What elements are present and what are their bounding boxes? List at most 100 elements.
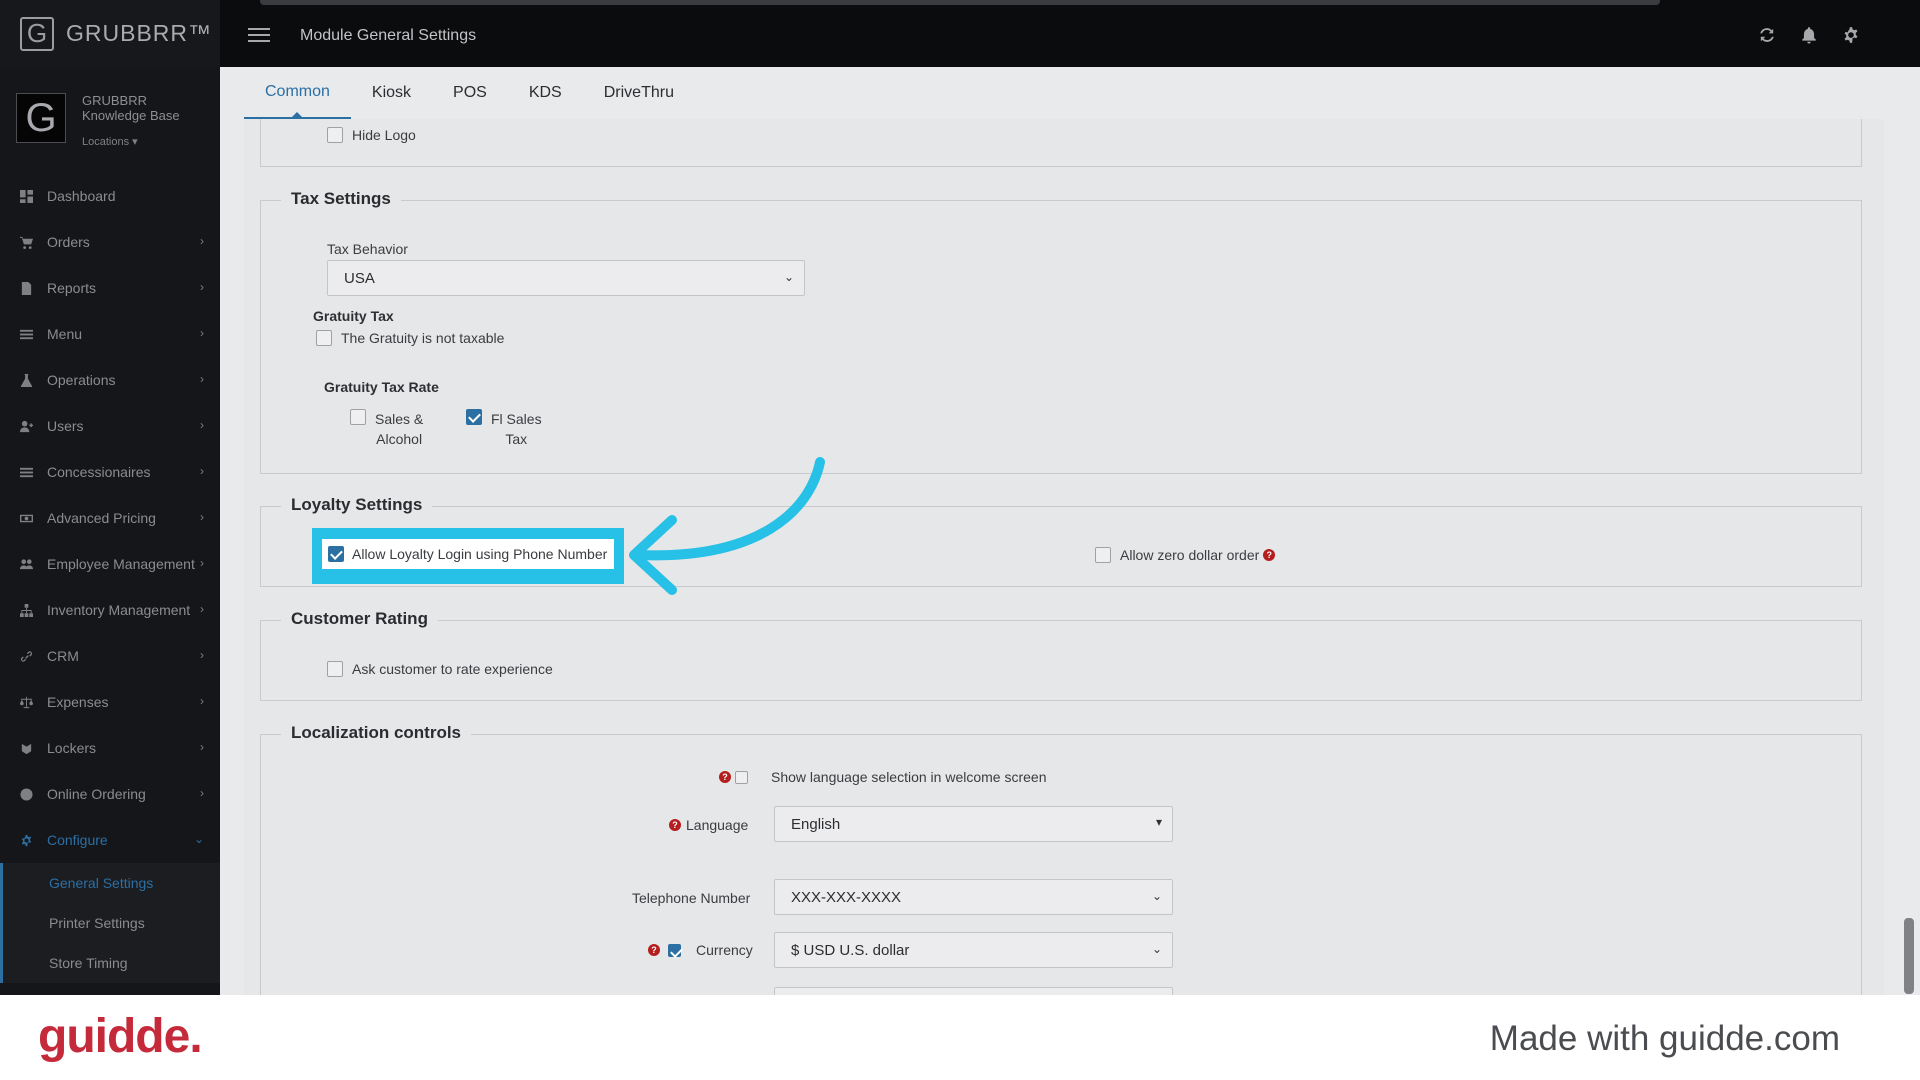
sidebar-item-reports[interactable]: Reports › xyxy=(0,265,220,311)
locations-dropdown[interactable]: Locations ▾ xyxy=(82,135,180,150)
currency-label-row: ? Currency xyxy=(648,942,753,958)
sidebar-item-crm[interactable]: CRM › xyxy=(0,633,220,679)
store-info: G GRUBBRR Knowledge Base Locations ▾ xyxy=(16,93,180,150)
top-strip xyxy=(260,0,1660,5)
help-icon[interactable]: ? xyxy=(719,771,731,783)
page-title: Module General Settings xyxy=(300,27,477,44)
show-language-checkbox[interactable] xyxy=(735,770,748,784)
fl-sales-line1: Fl Sales xyxy=(491,411,542,427)
top-bar: G GRUBBRR™ Module General Settings xyxy=(0,0,1920,67)
scrollbar[interactable] xyxy=(1904,918,1914,994)
gratuity-tax-rate-label: Gratuity Tax Rate xyxy=(324,379,439,395)
rate-experience-option[interactable]: Ask customer to rate experience xyxy=(327,661,553,677)
rate-experience-checkbox[interactable] xyxy=(327,661,343,677)
brand-logo: G xyxy=(20,16,54,51)
gratuity-tax-label: Gratuity Tax xyxy=(313,308,394,324)
gear-icon[interactable] xyxy=(1842,26,1860,44)
tab-bar: Common Kiosk POS KDS DriveThru xyxy=(244,67,695,119)
store-name-line2: Knowledge Base xyxy=(82,108,180,123)
tax-behavior-label: Tax Behavior xyxy=(327,241,408,257)
fl-sales-tax-checkbox[interactable] xyxy=(466,409,482,425)
caret-down-icon: ▾ xyxy=(1155,815,1162,829)
show-language-option[interactable]: ? Show language selection in welcome scr… xyxy=(719,769,1047,785)
tax-settings-section: Tax Settings Tax Behavior USA ⌄ Gratuity… xyxy=(260,189,1862,474)
user-icon xyxy=(19,420,33,432)
sidebar-item-configure[interactable]: Configure ⌄ xyxy=(0,817,220,863)
sidebar-subitem-printer-settings[interactable]: Printer Settings xyxy=(3,903,220,943)
sidebar-item-online-ordering[interactable]: Online Ordering › xyxy=(0,771,220,817)
zero-dollar-order-option[interactable]: Allow zero dollar order ? xyxy=(1095,547,1276,563)
loyalty-phone-login-checkbox[interactable] xyxy=(328,546,344,562)
sidebar-item-lockers[interactable]: Lockers › xyxy=(0,725,220,771)
customer-rating-section: Customer Rating Ask customer to rate exp… xyxy=(260,609,1862,701)
gear-icon xyxy=(21,834,31,846)
sidebar-item-dashboard[interactable]: Dashboard xyxy=(0,173,220,219)
chevron-down-icon: ⌄ xyxy=(1151,889,1162,903)
hamburger-menu-icon[interactable] xyxy=(248,28,270,42)
chevron-down-icon: ⌄ xyxy=(1151,942,1162,956)
sidebar-item-advanced-pricing[interactable]: Advanced Pricing › xyxy=(0,495,220,541)
gratuity-not-taxable-option[interactable]: The Gratuity is not taxable xyxy=(316,330,504,346)
sidebar-item-expenses[interactable]: Expenses › xyxy=(0,679,220,725)
sidebar-item-orders[interactable]: Orders › xyxy=(0,219,220,265)
link-icon xyxy=(20,650,32,662)
made-with-text: Made with guidde.com xyxy=(1489,1019,1840,1058)
guidde-logo: guidde. xyxy=(38,1010,203,1063)
hide-logo-checkbox[interactable] xyxy=(327,127,343,143)
list-icon xyxy=(19,467,33,477)
tab-pos[interactable]: POS xyxy=(432,67,508,119)
language-select[interactable]: English ▾ xyxy=(774,806,1173,842)
cart-icon xyxy=(19,236,33,249)
sidebar-item-menu[interactable]: Menu › xyxy=(0,311,220,357)
fl-sales-line2: Tax xyxy=(505,431,528,447)
currency-select[interactable]: $ USD U.S. dollar ⌄ xyxy=(774,932,1173,968)
currency-checkbox[interactable] xyxy=(668,943,681,957)
store-logo: G xyxy=(16,93,66,143)
telephone-format-select[interactable]: XXX-XXX-XXXX ⌄ xyxy=(774,879,1173,915)
fl-sales-tax-option[interactable]: Fl Sales Tax xyxy=(466,409,542,449)
display-section: Hide Logo xyxy=(260,119,1862,167)
next-select-partial[interactable] xyxy=(774,987,1173,995)
help-icon[interactable]: ? xyxy=(648,944,660,956)
telephone-label: Telephone Number xyxy=(632,890,751,906)
tab-common[interactable]: Common xyxy=(244,67,351,119)
loyalty-phone-login-option[interactable]: Allow Loyalty Login using Phone Number xyxy=(322,539,614,569)
hide-logo-option[interactable]: Hide Logo xyxy=(327,127,416,143)
tax-settings-title: Tax Settings xyxy=(281,189,401,209)
gratuity-not-taxable-checkbox[interactable] xyxy=(316,330,332,346)
sales-alcohol-line1: Sales & xyxy=(375,411,424,427)
list-icon xyxy=(19,329,33,339)
tax-behavior-select[interactable]: USA ⌄ xyxy=(327,260,805,296)
sales-alcohol-option[interactable]: Sales & Alcohol xyxy=(350,409,423,449)
language-label-row: ? Language xyxy=(669,817,748,833)
localization-title: Localization controls xyxy=(281,723,472,743)
tab-drivethru[interactable]: DriveThru xyxy=(583,67,695,119)
help-icon[interactable]: ? xyxy=(669,819,681,831)
sales-alcohol-line2: Alcohol xyxy=(376,431,423,447)
chevron-down-icon: ⌄ xyxy=(783,270,794,284)
sidebar-item-employee-management[interactable]: Employee Management › xyxy=(0,541,220,587)
flask-icon xyxy=(20,373,32,387)
sidebar-item-inventory-management[interactable]: Inventory Management › xyxy=(0,587,220,633)
sidebar-item-users[interactable]: Users › xyxy=(0,403,220,449)
money-icon xyxy=(19,514,33,522)
sidebar: G GRUBBRR Knowledge Base Locations ▾ Das… xyxy=(0,67,220,995)
help-icon[interactable]: ? xyxy=(1263,549,1276,561)
zero-dollar-order-checkbox[interactable] xyxy=(1095,547,1111,563)
tab-kiosk[interactable]: Kiosk xyxy=(351,67,432,119)
sidebar-subitem-store-timing[interactable]: Store Timing xyxy=(3,943,220,983)
loyalty-settings-title: Loyalty Settings xyxy=(281,495,433,515)
dashboard-icon xyxy=(19,189,33,203)
bell-icon[interactable] xyxy=(1800,26,1818,44)
sidebar-item-operations[interactable]: Operations › xyxy=(0,357,220,403)
guidde-footer: guidde. Made with guidde.com xyxy=(0,995,1920,1080)
sidebar-subitem-general-settings[interactable]: General Settings xyxy=(3,863,220,903)
sidebar-item-concessionaires[interactable]: Concessionaires › xyxy=(0,449,220,495)
sitemap-icon xyxy=(19,603,33,617)
tab-kds[interactable]: KDS xyxy=(508,67,583,119)
sales-alcohol-checkbox[interactable] xyxy=(350,409,366,425)
refresh-icon[interactable] xyxy=(1758,26,1776,44)
report-icon xyxy=(21,281,31,295)
brand-area[interactable]: G GRUBBRR™ xyxy=(0,0,220,67)
localization-section: Localization controls ? Show language se… xyxy=(260,723,1862,995)
